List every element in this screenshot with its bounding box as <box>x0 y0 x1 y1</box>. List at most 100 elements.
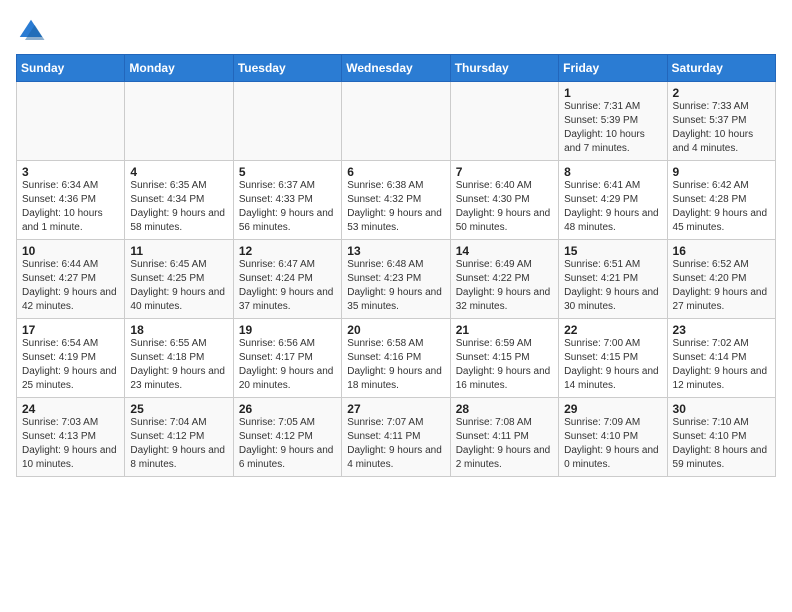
day-detail: Sunrise: 6:34 AM Sunset: 4:36 PM Dayligh… <box>22 179 119 235</box>
day-number: 13 <box>347 244 444 258</box>
day-detail: Sunrise: 6:51 AM Sunset: 4:21 PM Dayligh… <box>564 258 661 314</box>
page-header <box>16 16 776 46</box>
logo <box>16 16 50 46</box>
calendar-week-row: 17Sunrise: 6:54 AM Sunset: 4:19 PM Dayli… <box>17 319 776 398</box>
day-number: 24 <box>22 402 119 416</box>
day-detail: Sunrise: 7:04 AM Sunset: 4:12 PM Dayligh… <box>130 416 227 472</box>
calendar-cell: 12Sunrise: 6:47 AM Sunset: 4:24 PM Dayli… <box>233 240 341 319</box>
day-number: 29 <box>564 402 661 416</box>
calendar-cell: 13Sunrise: 6:48 AM Sunset: 4:23 PM Dayli… <box>342 240 450 319</box>
day-number: 21 <box>456 323 553 337</box>
day-detail: Sunrise: 6:59 AM Sunset: 4:15 PM Dayligh… <box>456 337 553 393</box>
calendar-cell: 23Sunrise: 7:02 AM Sunset: 4:14 PM Dayli… <box>667 319 775 398</box>
calendar-week-row: 10Sunrise: 6:44 AM Sunset: 4:27 PM Dayli… <box>17 240 776 319</box>
day-detail: Sunrise: 6:41 AM Sunset: 4:29 PM Dayligh… <box>564 179 661 235</box>
day-detail: Sunrise: 6:37 AM Sunset: 4:33 PM Dayligh… <box>239 179 336 235</box>
calendar-cell <box>125 82 233 161</box>
day-detail: Sunrise: 6:42 AM Sunset: 4:28 PM Dayligh… <box>673 179 770 235</box>
day-detail: Sunrise: 7:09 AM Sunset: 4:10 PM Dayligh… <box>564 416 661 472</box>
day-detail: Sunrise: 7:00 AM Sunset: 4:15 PM Dayligh… <box>564 337 661 393</box>
day-number: 22 <box>564 323 661 337</box>
calendar-cell: 2Sunrise: 7:33 AM Sunset: 5:37 PM Daylig… <box>667 82 775 161</box>
calendar-cell: 19Sunrise: 6:56 AM Sunset: 4:17 PM Dayli… <box>233 319 341 398</box>
weekday-header: Tuesday <box>233 55 341 82</box>
day-detail: Sunrise: 6:45 AM Sunset: 4:25 PM Dayligh… <box>130 258 227 314</box>
day-detail: Sunrise: 6:54 AM Sunset: 4:19 PM Dayligh… <box>22 337 119 393</box>
day-number: 12 <box>239 244 336 258</box>
calendar-cell: 29Sunrise: 7:09 AM Sunset: 4:10 PM Dayli… <box>559 398 667 477</box>
calendar-week-row: 3Sunrise: 6:34 AM Sunset: 4:36 PM Daylig… <box>17 161 776 240</box>
calendar-cell: 26Sunrise: 7:05 AM Sunset: 4:12 PM Dayli… <box>233 398 341 477</box>
day-number: 11 <box>130 244 227 258</box>
day-number: 28 <box>456 402 553 416</box>
day-detail: Sunrise: 6:35 AM Sunset: 4:34 PM Dayligh… <box>130 179 227 235</box>
calendar-cell: 14Sunrise: 6:49 AM Sunset: 4:22 PM Dayli… <box>450 240 558 319</box>
calendar-cell: 9Sunrise: 6:42 AM Sunset: 4:28 PM Daylig… <box>667 161 775 240</box>
day-number: 26 <box>239 402 336 416</box>
day-detail: Sunrise: 7:33 AM Sunset: 5:37 PM Dayligh… <box>673 100 770 156</box>
day-detail: Sunrise: 6:48 AM Sunset: 4:23 PM Dayligh… <box>347 258 444 314</box>
calendar-cell: 18Sunrise: 6:55 AM Sunset: 4:18 PM Dayli… <box>125 319 233 398</box>
day-detail: Sunrise: 6:40 AM Sunset: 4:30 PM Dayligh… <box>456 179 553 235</box>
day-number: 19 <box>239 323 336 337</box>
calendar-cell: 24Sunrise: 7:03 AM Sunset: 4:13 PM Dayli… <box>17 398 125 477</box>
weekday-header: Friday <box>559 55 667 82</box>
calendar-cell: 30Sunrise: 7:10 AM Sunset: 4:10 PM Dayli… <box>667 398 775 477</box>
day-number: 25 <box>130 402 227 416</box>
calendar-cell: 17Sunrise: 6:54 AM Sunset: 4:19 PM Dayli… <box>17 319 125 398</box>
day-number: 4 <box>130 165 227 179</box>
calendar-cell <box>233 82 341 161</box>
day-detail: Sunrise: 6:44 AM Sunset: 4:27 PM Dayligh… <box>22 258 119 314</box>
calendar-cell: 25Sunrise: 7:04 AM Sunset: 4:12 PM Dayli… <box>125 398 233 477</box>
calendar-cell: 4Sunrise: 6:35 AM Sunset: 4:34 PM Daylig… <box>125 161 233 240</box>
day-detail: Sunrise: 7:05 AM Sunset: 4:12 PM Dayligh… <box>239 416 336 472</box>
calendar-week-row: 24Sunrise: 7:03 AM Sunset: 4:13 PM Dayli… <box>17 398 776 477</box>
day-number: 7 <box>456 165 553 179</box>
day-number: 6 <box>347 165 444 179</box>
calendar-cell: 5Sunrise: 6:37 AM Sunset: 4:33 PM Daylig… <box>233 161 341 240</box>
calendar-table: SundayMondayTuesdayWednesdayThursdayFrid… <box>16 54 776 477</box>
day-number: 27 <box>347 402 444 416</box>
day-number: 8 <box>564 165 661 179</box>
day-detail: Sunrise: 7:02 AM Sunset: 4:14 PM Dayligh… <box>673 337 770 393</box>
weekday-header: Monday <box>125 55 233 82</box>
day-number: 1 <box>564 86 661 100</box>
calendar-cell: 8Sunrise: 6:41 AM Sunset: 4:29 PM Daylig… <box>559 161 667 240</box>
day-number: 2 <box>673 86 770 100</box>
weekday-header: Saturday <box>667 55 775 82</box>
calendar-cell: 16Sunrise: 6:52 AM Sunset: 4:20 PM Dayli… <box>667 240 775 319</box>
day-detail: Sunrise: 7:03 AM Sunset: 4:13 PM Dayligh… <box>22 416 119 472</box>
calendar-cell <box>342 82 450 161</box>
calendar-cell: 20Sunrise: 6:58 AM Sunset: 4:16 PM Dayli… <box>342 319 450 398</box>
calendar-cell: 15Sunrise: 6:51 AM Sunset: 4:21 PM Dayli… <box>559 240 667 319</box>
day-number: 10 <box>22 244 119 258</box>
calendar-cell: 10Sunrise: 6:44 AM Sunset: 4:27 PM Dayli… <box>17 240 125 319</box>
calendar-cell: 28Sunrise: 7:08 AM Sunset: 4:11 PM Dayli… <box>450 398 558 477</box>
calendar-cell: 27Sunrise: 7:07 AM Sunset: 4:11 PM Dayli… <box>342 398 450 477</box>
day-number: 15 <box>564 244 661 258</box>
day-detail: Sunrise: 6:58 AM Sunset: 4:16 PM Dayligh… <box>347 337 444 393</box>
calendar-cell: 6Sunrise: 6:38 AM Sunset: 4:32 PM Daylig… <box>342 161 450 240</box>
day-number: 20 <box>347 323 444 337</box>
day-detail: Sunrise: 7:10 AM Sunset: 4:10 PM Dayligh… <box>673 416 770 472</box>
weekday-header: Sunday <box>17 55 125 82</box>
weekday-header: Thursday <box>450 55 558 82</box>
day-detail: Sunrise: 6:38 AM Sunset: 4:32 PM Dayligh… <box>347 179 444 235</box>
calendar-cell: 3Sunrise: 6:34 AM Sunset: 4:36 PM Daylig… <box>17 161 125 240</box>
calendar-cell: 1Sunrise: 7:31 AM Sunset: 5:39 PM Daylig… <box>559 82 667 161</box>
weekday-header: Wednesday <box>342 55 450 82</box>
weekday-header-row: SundayMondayTuesdayWednesdayThursdayFrid… <box>17 55 776 82</box>
day-number: 23 <box>673 323 770 337</box>
calendar-cell: 21Sunrise: 6:59 AM Sunset: 4:15 PM Dayli… <box>450 319 558 398</box>
day-number: 18 <box>130 323 227 337</box>
day-detail: Sunrise: 6:56 AM Sunset: 4:17 PM Dayligh… <box>239 337 336 393</box>
day-number: 3 <box>22 165 119 179</box>
day-number: 9 <box>673 165 770 179</box>
day-detail: Sunrise: 7:31 AM Sunset: 5:39 PM Dayligh… <box>564 100 661 156</box>
day-number: 5 <box>239 165 336 179</box>
day-detail: Sunrise: 7:08 AM Sunset: 4:11 PM Dayligh… <box>456 416 553 472</box>
calendar-cell: 22Sunrise: 7:00 AM Sunset: 4:15 PM Dayli… <box>559 319 667 398</box>
day-number: 30 <box>673 402 770 416</box>
day-number: 16 <box>673 244 770 258</box>
day-number: 17 <box>22 323 119 337</box>
